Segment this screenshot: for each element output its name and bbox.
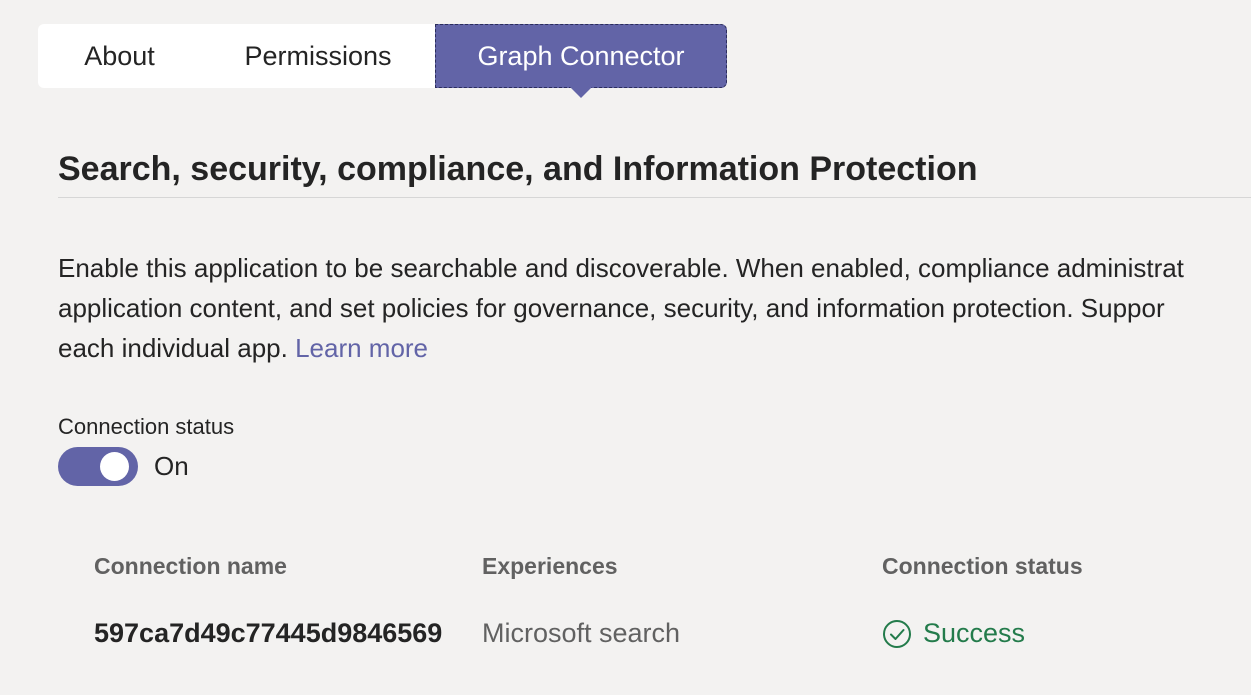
selected-tab-caret-icon — [570, 87, 592, 98]
connection-name-cell: 597ca7d49c77445d9846569 — [94, 618, 443, 648]
description-line-1: Enable this application to be searchable… — [58, 253, 1184, 283]
description-line-2: application content, and set policies fo… — [58, 293, 1165, 323]
tab-about[interactable]: About — [38, 24, 201, 88]
page: About Permissions Graph Connector Search… — [0, 0, 1251, 695]
column-header-connection-status: Connection status — [882, 553, 1083, 579]
toggle-knob — [100, 452, 129, 481]
connection-status-label: Connection status — [58, 414, 235, 439]
check-circle-icon — [883, 619, 911, 648]
column-header-connection-name: Connection name — [94, 553, 287, 579]
tab-bar: About Permissions Graph Connector — [38, 24, 727, 98]
tab-permissions[interactable]: Permissions — [201, 24, 435, 88]
tab-graph-connector[interactable]: Graph Connector — [435, 24, 727, 98]
section-title: Search, security, compliance, and Inform… — [58, 150, 978, 188]
section-description: Enable this application to be searchable… — [58, 248, 1251, 368]
description-line-3-text: each individual app. — [58, 333, 296, 363]
connection-status-toggle[interactable] — [58, 447, 138, 486]
connection-status-text: Success — [923, 618, 1026, 648]
description-line-3: each individual app. Learn more — [58, 328, 1251, 368]
experience-cell: Microsoft search — [482, 618, 681, 648]
toggle-state-text: On — [154, 451, 189, 481]
learn-more-link[interactable]: Learn more — [295, 333, 428, 363]
connection-status-cell: Success — [882, 618, 1025, 649]
section-divider — [58, 197, 1251, 198]
column-header-experiences: Experiences — [482, 553, 618, 579]
tab-graph-connector-label: Graph Connector — [477, 40, 685, 71]
